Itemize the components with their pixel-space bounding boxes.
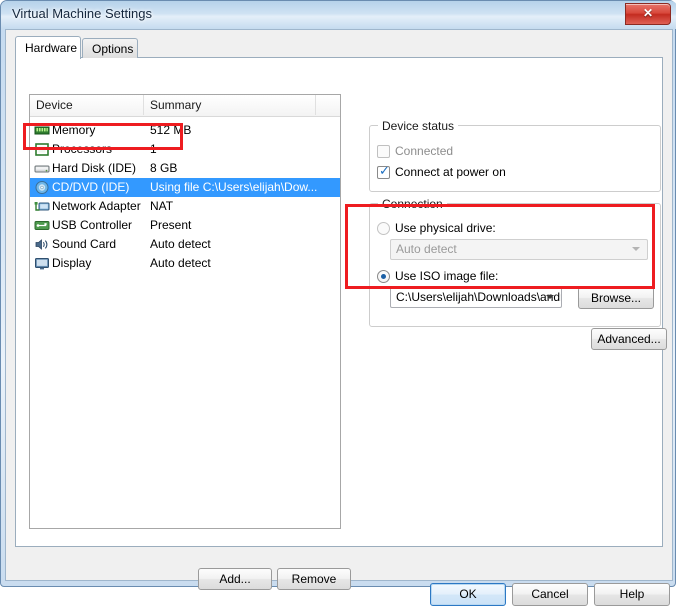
- device-summary: Auto detect: [150, 256, 211, 270]
- device-name: Processors: [52, 142, 113, 156]
- close-icon: ✕: [642, 6, 654, 20]
- device-summary: Using file C:\Users\elijah\Dow...: [150, 180, 318, 194]
- radio-dot-icon: [381, 274, 386, 279]
- device-list[interactable]: Device Summary Memory 512 MB Processors …: [29, 94, 341, 529]
- use-physical-drive-radio[interactable]: [377, 222, 390, 235]
- checkmark-icon: ✓: [379, 164, 390, 179]
- device-status-group: Device status: [369, 119, 661, 192]
- use-iso-image-file-label[interactable]: Use ISO image file:: [395, 269, 498, 283]
- column-header-blank[interactable]: [316, 95, 340, 115]
- iso-path-value: C:\Users\elijah\Downloads\andr: [396, 290, 562, 304]
- device-name: Sound Card: [52, 237, 117, 251]
- device-row-cd-dvd[interactable]: CD/DVD (IDE) Using file C:\Users\elijah\…: [30, 178, 340, 197]
- device-name: Hard Disk (IDE): [52, 161, 137, 175]
- device-name: Display: [52, 256, 92, 270]
- iso-path-dropdown[interactable]: C:\Users\elijah\Downloads\andr: [390, 287, 562, 308]
- connect-at-power-on-checkbox[interactable]: ✓: [377, 164, 390, 179]
- device-name: Memory: [52, 123, 96, 137]
- physical-drive-value: Auto detect: [396, 242, 457, 256]
- device-list-header: Device Summary: [30, 95, 340, 117]
- network-adapter-icon: [34, 199, 50, 214]
- browse-button[interactable]: Browse...: [578, 287, 654, 309]
- physical-drive-dropdown[interactable]: Auto detect: [390, 239, 648, 260]
- connected-checkbox[interactable]: [377, 145, 390, 158]
- use-physical-drive-label[interactable]: Use physical drive:: [395, 221, 496, 235]
- processor-icon: [34, 142, 50, 157]
- virtual-machine-settings-window: Virtual Machine Settings ✕ Hardware Opti…: [0, 0, 676, 606]
- hardware-tab-panel: Device Summary Memory 512 MB Processors …: [15, 57, 667, 590]
- display-icon: [34, 256, 50, 271]
- window-title: Virtual Machine Settings: [12, 6, 152, 21]
- hard-disk-icon: [34, 161, 50, 176]
- title-bar: Virtual Machine Settings ✕: [1, 1, 676, 29]
- device-row-display[interactable]: Display Auto detect: [30, 254, 340, 273]
- device-summary: 1: [150, 142, 157, 156]
- device-row-usb-controller[interactable]: USB Controller Present: [30, 216, 340, 235]
- device-status-legend: Device status: [378, 119, 459, 133]
- connect-at-power-on-label[interactable]: Connect at power on: [395, 165, 506, 179]
- device-row-sound-card[interactable]: Sound Card Auto detect: [30, 235, 340, 254]
- device-summary: Auto detect: [150, 237, 211, 251]
- device-name: Network Adapter: [52, 199, 141, 213]
- advanced-button[interactable]: Advanced...: [591, 328, 667, 350]
- chevron-down-icon: [632, 247, 640, 251]
- device-row-processors[interactable]: Processors 1: [30, 140, 340, 159]
- device-summary: NAT: [150, 199, 174, 213]
- dialog-client-area: Hardware Options Device Summary Memory 5: [5, 29, 673, 606]
- device-summary: 8 GB: [150, 161, 178, 175]
- sound-card-icon: [34, 237, 50, 252]
- connection-legend: Connection: [378, 197, 447, 211]
- cancel-button[interactable]: Cancel: [512, 583, 588, 606]
- device-summary: 512 MB: [150, 123, 192, 137]
- tab-hardware[interactable]: Hardware: [15, 36, 81, 59]
- device-name: USB Controller: [52, 218, 133, 232]
- cd-dvd-icon: [34, 180, 50, 195]
- close-button[interactable]: ✕: [625, 3, 671, 25]
- help-button[interactable]: Help: [594, 583, 670, 606]
- column-header-device[interactable]: Device: [30, 95, 144, 115]
- device-row-network-adapter[interactable]: Network Adapter NAT: [30, 197, 340, 216]
- chevron-down-icon: [546, 295, 554, 299]
- usb-controller-icon: [34, 218, 50, 233]
- memory-icon: [34, 123, 50, 138]
- ok-button[interactable]: OK: [430, 583, 506, 606]
- tab-options[interactable]: Options: [82, 38, 138, 58]
- device-row-memory[interactable]: Memory 512 MB: [30, 121, 340, 140]
- device-summary: Present: [150, 218, 192, 232]
- use-iso-image-file-radio[interactable]: [377, 270, 390, 283]
- column-header-summary[interactable]: Summary: [144, 95, 316, 115]
- connected-label[interactable]: Connected: [395, 144, 453, 158]
- tab-strip: Hardware Options: [15, 36, 663, 59]
- device-row-hard-disk[interactable]: Hard Disk (IDE) 8 GB: [30, 159, 340, 178]
- device-name: CD/DVD (IDE): [52, 180, 130, 194]
